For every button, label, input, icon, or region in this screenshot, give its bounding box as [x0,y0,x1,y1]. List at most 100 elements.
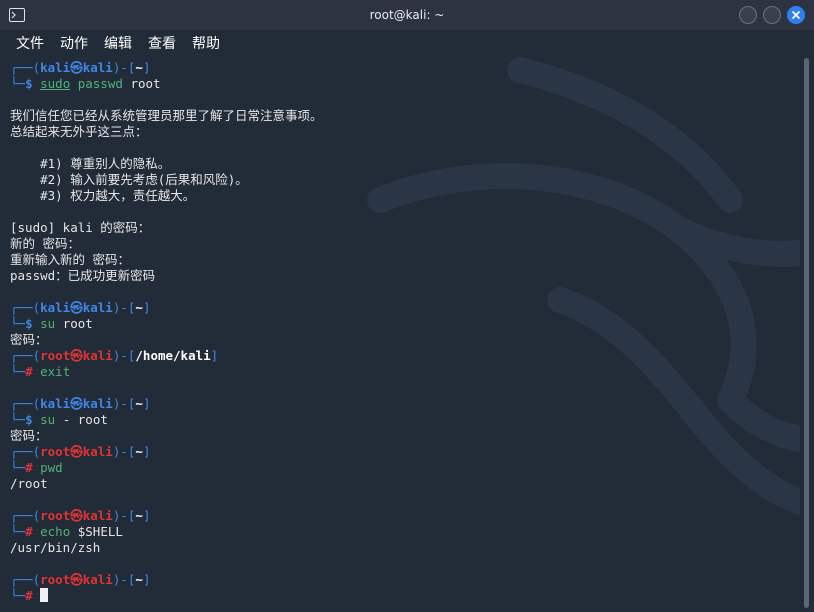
menu-help[interactable]: 帮助 [186,33,226,53]
terminal-text: root㉿kali [40,572,113,587]
terminal-text: /usr/bin/zsh [10,540,101,555]
menu-actions[interactable]: 动作 [54,33,94,53]
terminal-text: ] [142,396,151,411]
terminal-text: ┌──( [10,572,41,587]
terminal-text: └─ [10,76,26,91]
minimize-icon[interactable] [739,6,757,24]
terminal-cursor [40,588,49,602]
terminal-text: 密码： [10,332,48,347]
terminal-line: 我们信任您已经从系统管理员那里了解了日常注意事项。 [10,108,795,124]
terminal-line: 重新输入新的 密码： [10,252,795,268]
menu-view[interactable]: 查看 [142,33,182,53]
terminal-text: [sudo] kali 的密码： [10,220,151,235]
terminal-text: └─ [10,316,26,331]
terminal-text: root㉿kali [40,444,113,459]
terminal-text: )-[ [112,444,136,459]
terminal-text: su [40,316,63,331]
terminal-text: ] [142,60,151,75]
terminal-window: root@kali: ~ 文件 动作 编辑 查看 帮助 ┌──(kali㉿kal… [0,0,814,612]
terminal-text: # [25,364,41,379]
terminal-line: └─$ su - root [10,412,795,428]
close-icon[interactable] [787,6,805,24]
terminal-text: ] [142,444,151,459]
terminal-line: 新的 密码： [10,236,795,252]
terminal-text: /root [10,476,48,491]
terminal-text: root [77,412,108,427]
terminal-line: /root [10,476,795,492]
terminal-text: $SHELL [70,524,123,539]
terminal-text: ] [142,508,151,523]
terminal-text: )-[ [112,60,136,75]
terminal-text: 新的 密码： [10,236,81,251]
terminal-text: )-[ [112,348,136,363]
terminal-text: # [25,524,41,539]
terminal-icon [9,7,25,22]
terminal-text: $ [25,316,41,331]
terminal-line: passwd：已成功更新密码 [10,268,795,284]
terminal-text: - [55,412,78,427]
terminal-text: ┌──( [10,444,41,459]
terminal-text: $ [25,412,41,427]
terminal-text: └─ [10,588,26,603]
terminal-text: $ [25,76,41,91]
terminal-text: )-[ [112,572,136,587]
terminal-text: passwd [70,76,131,91]
terminal-output[interactable]: ┌──(kali㉿kali)-[~] └─$ sudo passwd root 我们… [0,56,800,612]
terminal-text: ~ [135,300,143,315]
terminal-text: └─ [10,364,26,379]
terminal-line: ┌──(kali㉿kali)-[~] [10,300,795,316]
terminal-text: ┌──( [10,396,41,411]
terminal-line: #3) 权力越大，责任越大。 [10,188,795,204]
terminal-line: #1) 尊重别人的隐私。 [10,156,795,172]
terminal-text: ] [210,348,219,363]
terminal-text: root㉿kali [40,348,113,363]
terminal-text: 总结起来无外乎这三点： [10,124,148,139]
terminal-text: 重新输入新的 密码： [10,252,131,267]
window-title: root@kali: ~ [369,8,445,22]
terminal-text: kali㉿kali [40,300,113,315]
scrollbar[interactable] [800,56,814,612]
terminal-text: # [25,588,41,603]
terminal-text: ~ [135,444,143,459]
terminal-line: ┌──(kali㉿kali)-[~] [10,60,795,76]
terminal-line: ┌──(root㉿kali)-[~] [10,508,795,524]
terminal-line: 总结起来无外乎这三点： [10,124,795,140]
terminal-text: kali㉿kali [40,60,113,75]
terminal-text: )-[ [112,508,136,523]
terminal-text: pwd [40,460,63,475]
terminal-text: root㉿kali [40,508,113,523]
terminal-text: /home/kali [135,348,211,363]
menu-edit[interactable]: 编辑 [98,33,138,53]
terminal-line: 密码： [10,332,795,348]
terminal-text: ┌──( [10,300,41,315]
terminal-text: ] [142,300,151,315]
terminal-line: ┌──(root㉿kali)-[~] [10,444,795,460]
maximize-icon[interactable] [763,6,781,24]
terminal-text: )-[ [112,300,136,315]
terminal-text: kali㉿kali [40,396,113,411]
scrollbar-thumb[interactable] [804,58,809,608]
title-bar[interactable]: root@kali: ~ [0,0,814,30]
terminal-text: sudo [40,76,71,91]
terminal-text: └─ [10,412,26,427]
terminal-line: ┌──(root㉿kali)-[/home/kali] [10,348,795,364]
terminal-line: └─# exit [10,364,795,380]
terminal-text: └─ [10,460,26,475]
menu-file[interactable]: 文件 [10,33,50,53]
terminal-text: ~ [135,508,143,523]
terminal-line: #2) 输入前要先考虑(后果和风险)。 [10,172,795,188]
terminal-text: ┌──( [10,508,41,523]
terminal-lines: ┌──(kali㉿kali)-[~] └─$ sudo passwd root 我们… [10,60,795,604]
terminal-text: 密码： [10,428,48,443]
terminal-text: #3) 权力越大，责任越大。 [10,188,196,203]
terminal-text: └─ [10,524,26,539]
terminal-line: 密码： [10,428,795,444]
terminal-line: └─# echo $SHELL [10,524,795,540]
terminal-text: 我们信任您已经从系统管理员那里了解了日常注意事项。 [10,108,323,123]
terminal-text: ┌──( [10,348,41,363]
